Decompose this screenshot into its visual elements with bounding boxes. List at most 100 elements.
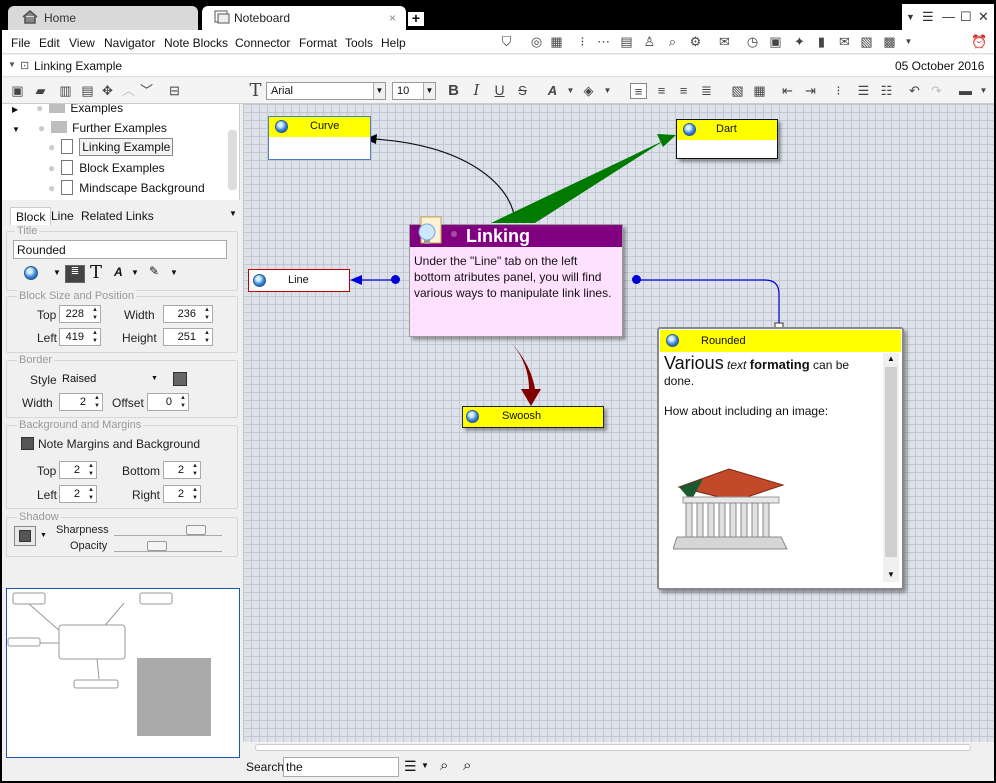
menu-tools[interactable]: Tools [345,36,373,50]
search-options-icon[interactable]: ☰ [404,758,417,775]
block-scrollbar[interactable]: ▲ ▼ [883,353,899,582]
clock-icon[interactable]: ◷ [745,35,760,50]
pen-icon[interactable]: ✎ [149,264,159,278]
overview-map[interactable] [6,588,240,758]
move-down-icon[interactable]: ﹀ [138,83,155,99]
opacity-slider[interactable] [114,541,222,552]
left-stepper[interactable]: 419 [59,328,101,346]
apps-icon[interactable]: ⁝ [575,35,590,50]
insert-image-icon[interactable]: ▧ [729,83,746,99]
tree-scrollbar[interactable] [228,130,237,190]
noteboard-canvas[interactable]: Curve Dart Line Swoosh Linking Under the… [243,104,994,752]
delete-icon[interactable]: ⊟ [166,83,183,99]
globe-icon[interactable] [24,266,38,280]
font-style-icon[interactable]: A [114,265,123,279]
menu-note-blocks[interactable]: Note Blocks [164,36,228,50]
move-icon[interactable]: ✥ [99,83,116,99]
search-options-dropdown-icon[interactable]: ▼ [421,761,429,770]
tab-home[interactable]: Home [8,6,198,30]
mailbox-icon[interactable]: ✉ [837,35,852,50]
calculator-icon[interactable]: ▤ [619,35,634,50]
toolbar-dropdown-icon[interactable]: ▼ [901,35,916,50]
block-rounded[interactable]: Rounded Various text formating can be do… [657,327,904,590]
underline-icon[interactable]: U [491,83,508,99]
height-stepper[interactable]: 251 [163,328,213,346]
search-icon[interactable]: ⌕ [440,757,448,774]
line-connector-dot[interactable] [391,275,400,284]
canvas-scroll-thumb[interactable] [255,744,971,751]
note-style-icon[interactable]: ≣ [65,265,85,283]
slider-thumb[interactable] [147,541,168,551]
block-body[interactable]: Under the "Line" tab on the left bottom … [414,253,614,301]
scroll-up-icon[interactable]: ▲ [887,354,895,363]
bold-icon[interactable]: B [445,83,462,99]
close-icon[interactable]: ✕ [978,9,989,25]
margin-right-stepper[interactable]: 2 [163,485,201,503]
shadow-color-button[interactable] [14,526,36,546]
note-margins-label[interactable]: Note Margins and Background [38,437,200,451]
style-dropdown-icon[interactable]: ▼ [151,375,158,382]
font-size-select[interactable]: 10 ▼ [392,82,436,100]
tab-line[interactable]: Line [51,209,74,223]
font-color-dropdown-icon[interactable]: ▼ [562,83,579,99]
battery-icon[interactable]: ▮ [814,35,829,50]
justify-icon[interactable]: ≣ [698,83,715,99]
insert-table-icon[interactable]: ▦ [751,83,768,99]
font-color-icon[interactable]: A [544,83,561,99]
width-stepper[interactable]: 236 [163,305,213,323]
stamp-icon[interactable]: ▬ [957,83,974,99]
menu-edit[interactable]: Edit [39,36,60,50]
align-center-icon[interactable]: ≡ [653,83,670,99]
frame-icon[interactable]: ▩ [882,35,897,50]
new-tab-button[interactable]: + [408,11,424,26]
scroll-thumb[interactable] [885,367,897,557]
font-family-select[interactable]: Arial ▼ [266,82,386,100]
menu-format[interactable]: Format [299,36,337,50]
search-people-icon[interactable]: ⌕ [665,35,680,50]
fill-dropdown-icon[interactable]: ▼ [599,83,616,99]
border-color-swatch[interactable] [173,372,187,386]
shadow-dropdown-icon[interactable]: ▼ [40,532,47,539]
margin-bottom-stepper[interactable]: 2 [163,461,201,479]
margin-left-stepper[interactable]: 2 [59,485,97,503]
tree-item-block-examples[interactable]: ● Block Examples [48,160,165,175]
pen-dropdown-icon[interactable]: ▼ [170,268,178,277]
menu-navigator[interactable]: Navigator [104,36,155,50]
slider-thumb[interactable] [186,525,207,535]
new-book-icon[interactable]: ▥ [57,83,74,99]
chat-icon[interactable]: ✉ [717,35,732,50]
strikethrough-icon[interactable]: S [514,83,531,99]
font-style-dropdown-icon[interactable]: ▼ [131,268,139,277]
pin-icon[interactable]: ✦ [792,35,807,50]
rounded-connector-dot[interactable] [632,275,641,284]
background-color-icon[interactable] [21,437,34,450]
redo-icon[interactable]: ↷ [928,83,945,99]
gear-icon[interactable]: ⚙ [688,35,703,50]
top-stepper[interactable]: 228 [59,305,101,323]
menu-connector[interactable]: Connector [235,36,290,50]
person-icon[interactable]: ♙ [642,35,657,50]
tab-noteboard[interactable]: Noteboard × [202,6,406,30]
notebook-icon[interactable]: ▤ [79,83,96,99]
shield-icon[interactable]: ⛉ [499,35,514,50]
block-curve[interactable]: Curve [268,116,371,160]
bullet-list-icon[interactable]: ⁝ [830,83,847,99]
clipboard-icon[interactable]: ▣ [768,35,783,50]
images-icon[interactable]: ▧ [859,35,874,50]
scroll-down-icon[interactable]: ▼ [887,570,895,579]
tab-related-links[interactable]: Related Links [81,209,154,223]
tree-item-examples[interactable]: ▶ ● Examples [12,104,123,115]
indent-icon[interactable]: ⇥ [802,83,819,99]
block-dart[interactable]: Dart [676,119,778,159]
dropdown-icon[interactable]: ▼ [906,12,915,22]
new-page-icon[interactable]: ▣ [9,83,26,99]
minimize-icon[interactable]: — [942,9,955,24]
icon-dropdown-icon[interactable]: ▼ [53,268,61,277]
italic-icon[interactable]: I [468,83,485,99]
tab-close-icon[interactable]: × [389,11,396,25]
panel-menu-icon[interactable]: ▼ [229,209,237,218]
tree-item-mindscape-background[interactable]: ● Mindscape Background [48,180,205,195]
grid-icon[interactable]: ▦ [549,35,564,50]
more-icon[interactable]: ⋯ [596,35,611,50]
checklist-icon[interactable]: ☷ [878,83,895,99]
